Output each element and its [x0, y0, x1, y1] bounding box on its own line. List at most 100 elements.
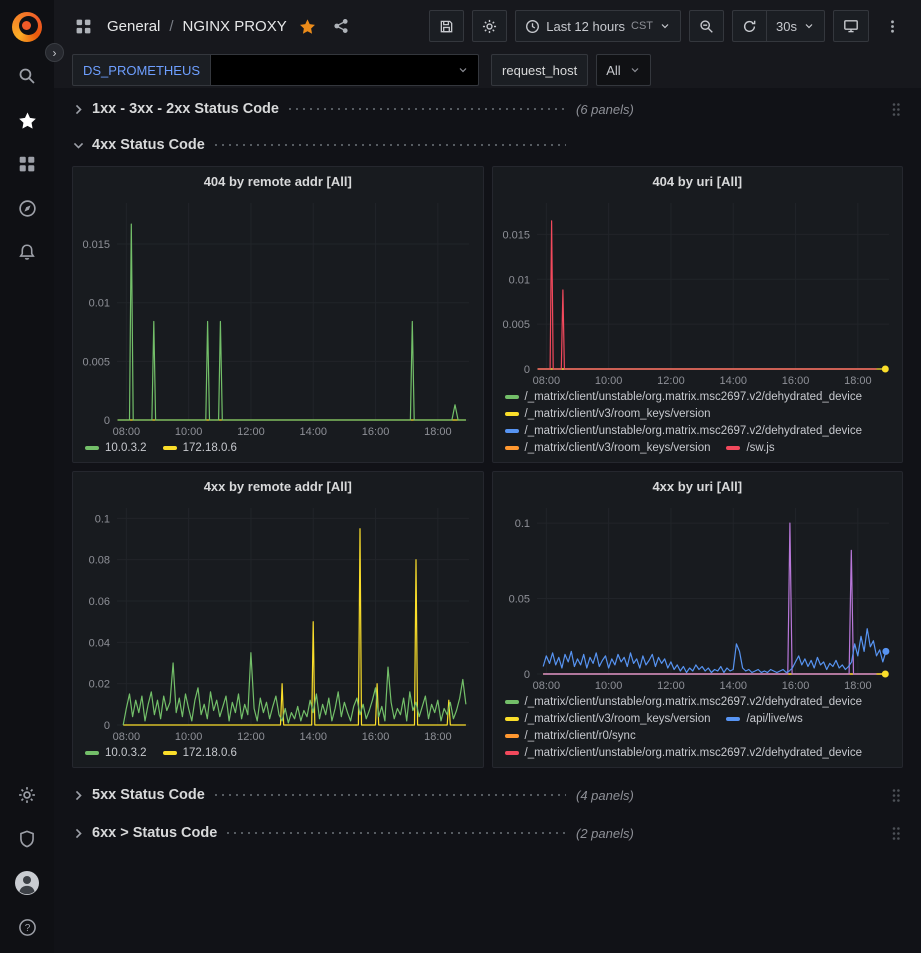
legend-item[interactable]: /_matrix/client/v3/room_keys/version — [505, 713, 711, 725]
row-dots-filler — [215, 144, 566, 146]
row-6xx[interactable]: 6xx > Status Code (2 panels) — [72, 818, 903, 848]
kebab-menu-button[interactable] — [877, 11, 907, 41]
svg-text:08:00: 08:00 — [532, 680, 560, 692]
legend-series-label: 172.18.0.6 — [183, 442, 237, 454]
svg-text:0.02: 0.02 — [89, 679, 110, 691]
sidebar-expand-button[interactable]: › — [45, 43, 64, 62]
legend-item[interactable]: /_matrix/client/v3/room_keys/version — [505, 408, 711, 420]
legend-series-swatch — [85, 751, 99, 755]
favorite-star-icon[interactable] — [296, 11, 320, 41]
svg-text:16:00: 16:00 — [781, 375, 809, 387]
svg-text:12:00: 12:00 — [657, 680, 685, 692]
panel-grid: 404 by remote addr [All] 08:00 10:00 12:00… — [72, 166, 903, 768]
panel-chart[interactable]: 08:0010:0012:0014:0016:0018:0000.0050.01… — [493, 195, 903, 389]
datasource-variable-select[interactable] — [211, 54, 479, 86]
refresh-icon — [742, 19, 757, 34]
panel-title[interactable]: 404 by remote addr [All] — [73, 167, 483, 195]
row-drag-handle-icon[interactable] — [889, 824, 903, 843]
chevron-down-icon — [659, 20, 671, 32]
legend-item[interactable]: /_matrix/client/unstable/org.matrix.msc2… — [505, 425, 863, 437]
tv-mode-button[interactable] — [833, 10, 869, 42]
legend-series-swatch — [505, 700, 519, 704]
zoom-out-button[interactable] — [689, 10, 724, 42]
sidebar-item-dashboards[interactable] — [0, 142, 54, 186]
legend-item[interactable]: /_matrix/client/r0/sync — [505, 730, 636, 742]
breadcrumb-section[interactable]: General — [107, 18, 160, 35]
sidebar: ? — [0, 0, 54, 953]
svg-text:18:00: 18:00 — [844, 375, 872, 387]
dashboards-grid-icon — [18, 155, 36, 173]
sidebar-item-search[interactable] — [0, 54, 54, 98]
star-icon — [18, 111, 37, 130]
legend-item[interactable]: /_matrix/client/unstable/org.matrix.msc2… — [505, 391, 863, 403]
datasource-variable-label: DS_PROMETHEUS — [72, 54, 211, 86]
row-4xx[interactable]: 4xx Status Code — [72, 130, 903, 160]
svg-text:12:00: 12:00 — [237, 731, 265, 743]
sidebar-item-server-admin[interactable] — [0, 817, 54, 861]
variable-datasource: DS_PROMETHEUS — [72, 54, 479, 86]
request-host-variable-select[interactable]: All — [596, 54, 650, 86]
panel-title[interactable]: 404 by uri [All] — [493, 167, 903, 195]
legend-item[interactable]: /sw.js — [726, 442, 774, 454]
legend-series-label: /_matrix/client/r0/sync — [525, 730, 636, 742]
dashboard-panel: 404 by remote addr [All] 08:0010:0012:00… — [72, 166, 484, 463]
panel-title[interactable]: 4xx by uri [All] — [493, 472, 903, 500]
refresh-interval-dropdown[interactable]: 30s — [766, 10, 825, 42]
svg-text:18:00: 18:00 — [424, 426, 452, 438]
svg-text:10:00: 10:00 — [594, 375, 622, 387]
panel-title[interactable]: 4xx by remote addr [All] — [73, 472, 483, 500]
legend-item[interactable]: /_matrix/client/v3/room_keys/version — [505, 442, 711, 454]
svg-text:0: 0 — [104, 720, 110, 732]
legend-series-label: /_matrix/client/v3/room_keys/version — [525, 442, 711, 454]
svg-text:0: 0 — [523, 669, 529, 681]
share-icon[interactable] — [329, 11, 353, 41]
sidebar-item-alerting[interactable] — [0, 230, 54, 274]
time-range-label: Last 12 hours — [546, 19, 625, 34]
row-5xx[interactable]: 5xx Status Code (4 panels) — [72, 780, 903, 810]
row-1xx-3xx-2xx[interactable]: 1xx - 3xx - 2xx Status Code (6 panels) — [72, 94, 903, 124]
row-drag-handle-icon[interactable] — [889, 786, 903, 805]
legend-item[interactable]: /api/live/ws — [726, 713, 802, 725]
row-title: 4xx Status Code — [92, 137, 205, 153]
row-drag-handle-icon[interactable] — [889, 100, 903, 119]
legend-item[interactable]: /_matrix/client/unstable/org.matrix.msc2… — [505, 747, 863, 759]
legend-item[interactable]: 172.18.0.6 — [163, 442, 237, 454]
legend-item[interactable]: /_matrix/client/unstable/org.matrix.msc2… — [505, 696, 863, 708]
row-dots-filler — [227, 832, 566, 834]
save-dashboard-button[interactable] — [429, 10, 464, 42]
legend-item[interactable]: 10.0.3.2 — [85, 747, 147, 759]
chevron-right-icon — [72, 827, 92, 840]
legend-series-label: 10.0.3.2 — [105, 442, 147, 454]
svg-text:08:00: 08:00 — [532, 375, 560, 387]
sidebar-item-explore[interactable] — [0, 186, 54, 230]
chevron-down-icon — [803, 20, 815, 32]
apps-grid-icon[interactable] — [68, 11, 98, 41]
legend-series-label: /_matrix/client/unstable/org.matrix.msc2… — [525, 747, 863, 759]
legend-item[interactable]: 10.0.3.2 — [85, 442, 147, 454]
legend-item[interactable]: 172.18.0.6 — [163, 747, 237, 759]
svg-text:0: 0 — [523, 364, 529, 376]
sidebar-item-help[interactable]: ? — [0, 905, 54, 949]
svg-text:?: ? — [24, 923, 30, 934]
svg-text:0.04: 0.04 — [89, 637, 110, 649]
time-range-picker[interactable]: Last 12 hours CST — [515, 10, 681, 42]
legend-series-swatch — [85, 446, 99, 450]
panel-chart[interactable]: 08:0010:0012:0014:0016:0018:0000.020.040… — [73, 500, 483, 745]
timezone-label: CST — [631, 20, 653, 32]
breadcrumb-dashboard-title[interactable]: NGINX PROXY — [183, 18, 287, 35]
svg-text:18:00: 18:00 — [424, 731, 452, 743]
svg-text:12:00: 12:00 — [237, 426, 265, 438]
svg-text:0.1: 0.1 — [514, 518, 529, 530]
sidebar-item-profile[interactable] — [0, 861, 54, 905]
dashboard-settings-button[interactable] — [472, 10, 507, 42]
request-host-variable-label: request_host — [491, 54, 588, 86]
panel-chart[interactable]: 08:0010:0012:0014:0016:0018:0000.0050.01… — [73, 195, 483, 440]
panel-chart[interactable]: 08:0010:0012:0014:0016:0018:0000.050.1 — [493, 500, 903, 694]
sidebar-item-starred[interactable] — [0, 98, 54, 142]
refresh-button[interactable] — [732, 10, 766, 42]
svg-text:14:00: 14:00 — [299, 426, 327, 438]
avatar — [14, 870, 40, 896]
sidebar-item-configuration[interactable] — [0, 773, 54, 817]
row-dots-filler — [289, 108, 566, 110]
row-panel-count: (2 panels) — [576, 826, 634, 841]
